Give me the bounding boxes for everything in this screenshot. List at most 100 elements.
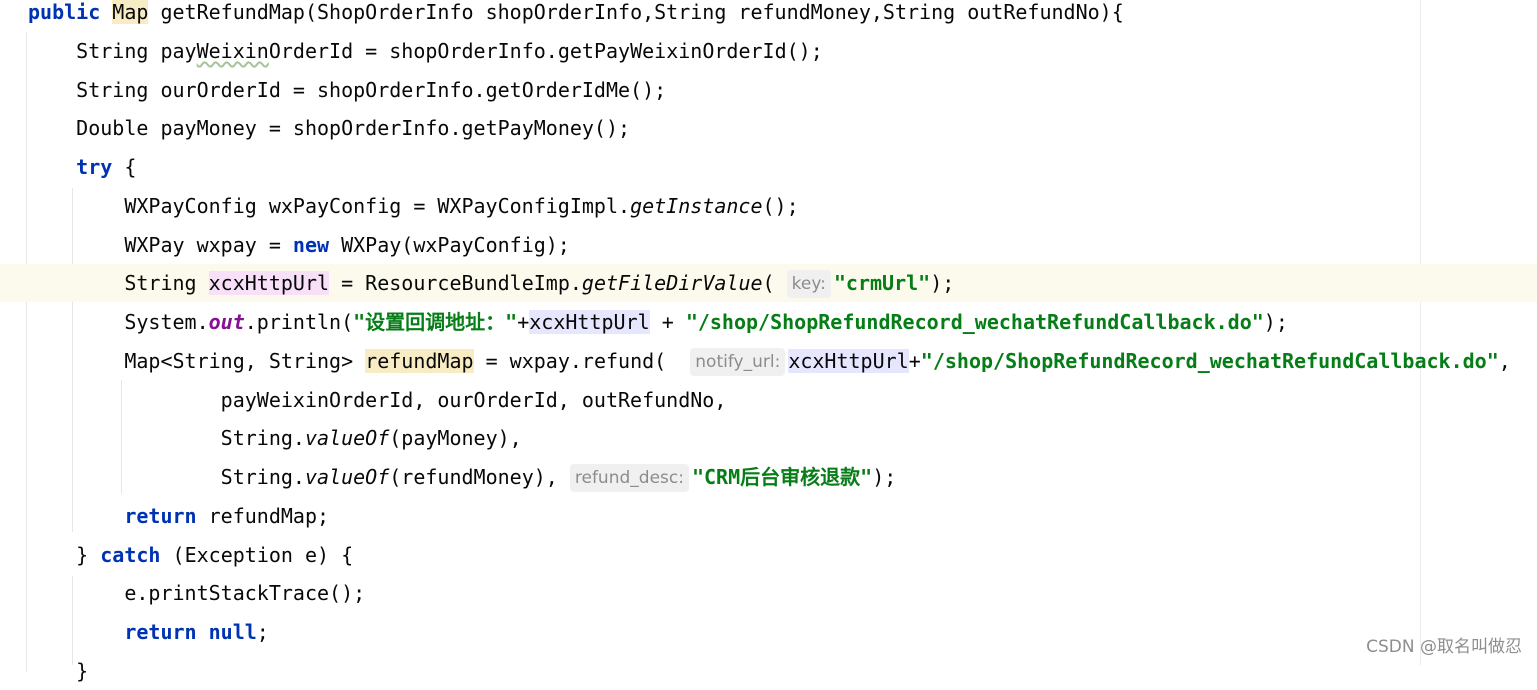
code-token: ); [1263, 310, 1288, 334]
code-token: } [76, 542, 101, 567]
code-token: xcxHttpUrl [529, 310, 650, 334]
code-token: + [517, 310, 530, 334]
code-token: public [28, 0, 101, 24]
code-line[interactable]: System.out.println("设置回调地址："+xcxHttpUrl … [0, 303, 1537, 341]
code-line[interactable]: e.printStackTrace(); [0, 574, 1537, 612]
code-token: = ResourceBundleImp. [329, 271, 582, 296]
code-line[interactable]: return refundMap; [0, 497, 1537, 535]
code-token: new [292, 232, 330, 257]
code-token: refundMap; [196, 503, 330, 528]
code-token: valueOf [304, 465, 390, 489]
code-token: } [76, 658, 89, 683]
code-token: ); [872, 465, 897, 489]
code-token: ; [256, 620, 269, 644]
code-token: "/shop/ShopRefundRecord_wechatRefundCall… [920, 348, 1499, 373]
code-line[interactable]: String.valueOf(refundMoney), refund_desc… [0, 458, 1537, 496]
code-line[interactable]: String payWeixinOrderId = shopOrderInfo.… [0, 32, 1537, 70]
code-token: getInstance [630, 193, 763, 218]
code-token: out [208, 310, 245, 334]
code-editor[interactable]: public Map getRefundMap(ShopOrderInfo sh… [0, 0, 1537, 683]
code-line[interactable]: } catch (Exception e) { [0, 536, 1537, 574]
code-token: ( [762, 271, 787, 296]
watermark: CSDN @取名叫做忍 [1366, 637, 1522, 657]
code-token: String. [220, 426, 305, 451]
code-token: Map [112, 0, 149, 24]
code-token: "/shop/ShopRefundRecord_wechatRefundCall… [685, 310, 1264, 334]
parameter-hint: key: [786, 270, 831, 299]
code-token: .println( [244, 310, 354, 334]
code-token: return [124, 620, 197, 644]
code-token: catch [100, 542, 161, 567]
code-line[interactable]: } [0, 652, 1537, 690]
code-token: WXPayConfig wxPayConfig = WXPayConfigImp… [124, 193, 631, 218]
code-token: ); [930, 271, 955, 296]
code-token: Map<String, String> [124, 348, 366, 373]
code-token: try [76, 155, 113, 179]
code-token: (); [762, 193, 799, 218]
code-token: OrderId = shopOrderInfo.getPayWeixinOrde… [268, 38, 823, 63]
code-token: , [1498, 348, 1511, 373]
code-token: null [208, 620, 257, 644]
code-token: getRefundMap(ShopOrderInfo shopOrderInfo… [148, 0, 1124, 24]
parameter-hint: refund_desc: [569, 464, 689, 492]
code-token: Weixin [196, 38, 269, 63]
code-token: Double payMoney = shopOrderInfo.getPayMo… [76, 116, 631, 141]
code-token: + [908, 348, 921, 373]
code-token: payWeixinOrderId, ourOrderId, outRefundN… [220, 387, 727, 412]
code-token: + [649, 310, 686, 334]
code-token: "设置回调地址：" [353, 310, 518, 334]
code-line[interactable]: return null; [0, 613, 1537, 651]
code-token: String [124, 271, 209, 296]
code-token: WXPay wxpay = [124, 232, 293, 257]
code-token: { [112, 155, 137, 179]
code-token: xcxHttpUrl [788, 348, 909, 373]
code-line[interactable]: String xcxHttpUrl = ResourceBundleImp.ge… [0, 264, 1537, 303]
code-token: xcxHttpUrl [208, 271, 330, 296]
code-line[interactable]: Double payMoney = shopOrderInfo.getPayMo… [0, 109, 1537, 147]
code-token: = wxpay.refund( [473, 348, 691, 373]
code-token: String pay [76, 38, 197, 63]
code-token: "crmUrl" [833, 271, 931, 296]
code-token: (payMoney), [389, 426, 522, 451]
code-token: String. [220, 465, 305, 489]
code-token: (refundMoney), [389, 465, 570, 489]
code-token: refundMap [365, 348, 474, 373]
code-token: (Exception e) { [160, 542, 354, 567]
code-line[interactable]: String.valueOf(payMoney), [0, 419, 1537, 457]
code-line[interactable]: public Map getRefundMap(ShopOrderInfo sh… [0, 0, 1537, 31]
code-token: WXPay(wxPayConfig); [329, 232, 570, 257]
code-token: return [124, 503, 197, 528]
code-token: "CRM后台审核退款" [691, 465, 873, 489]
code-line[interactable]: WXPay wxpay = new WXPay(wxPayConfig); [0, 226, 1537, 264]
code-token: e.printStackTrace(); [124, 581, 366, 606]
code-line[interactable]: WXPayConfig wxPayConfig = WXPayConfigImp… [0, 187, 1537, 225]
code-line[interactable]: try { [0, 148, 1537, 186]
parameter-hint: notify_url: [690, 347, 786, 376]
code-line[interactable]: Map<String, String> refundMap = wxpay.re… [0, 342, 1537, 380]
code-token: getFileDirValue [581, 271, 763, 296]
code-token: System. [124, 310, 209, 334]
code-line[interactable]: payWeixinOrderId, ourOrderId, outRefundN… [0, 381, 1537, 419]
code-token: String ourOrderId = shopOrderInfo.getOrd… [76, 77, 667, 102]
code-line[interactable]: String ourOrderId = shopOrderInfo.getOrd… [0, 71, 1537, 109]
code-token: valueOf [304, 426, 390, 451]
